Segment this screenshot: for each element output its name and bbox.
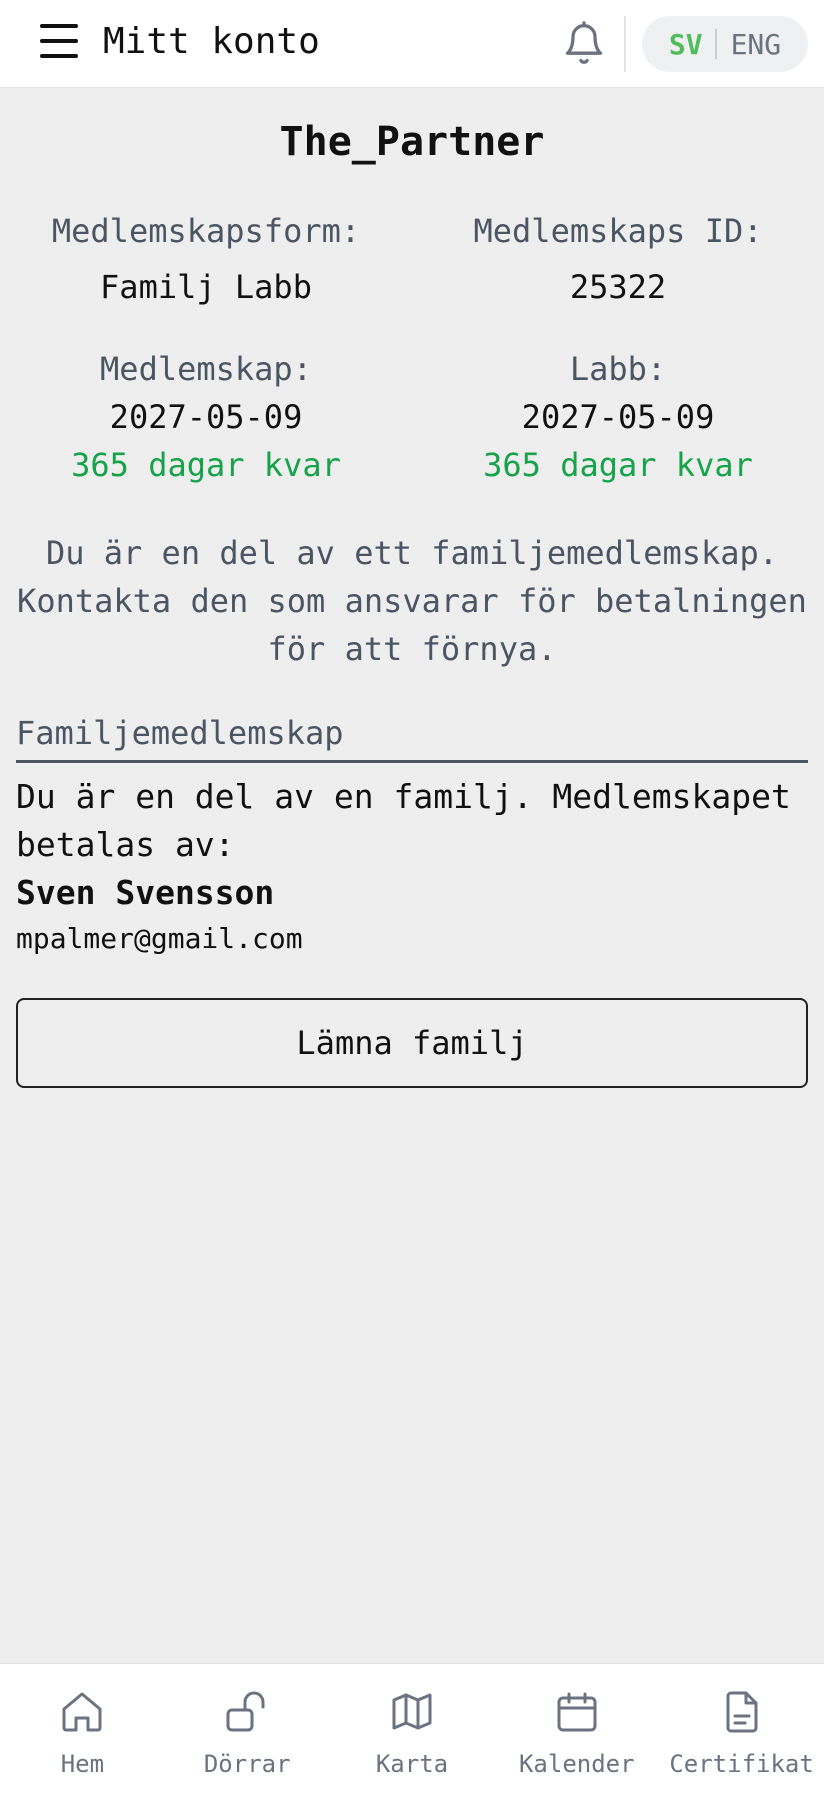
family-notice: Du är en del av ett familjemedlemskap. K… — [0, 529, 824, 673]
bell-icon[interactable] — [562, 20, 606, 68]
family-description: Du är en del av en familj. Medlemskapet … — [16, 777, 791, 864]
document-icon — [726, 1691, 758, 1733]
lab-label: Labb: — [569, 350, 667, 388]
leave-family-button[interactable]: Lämna familj — [16, 998, 808, 1088]
header-divider — [624, 16, 626, 72]
home-icon — [62, 1692, 102, 1732]
nav-item-certificates[interactable]: Certifikat — [659, 1664, 824, 1800]
calendar-icon — [557, 1692, 597, 1732]
family-section-title: Familjemedlemskap — [16, 711, 808, 763]
account-name: The_Partner — [279, 119, 545, 165]
nav-label-map: Karta — [375, 1750, 449, 1778]
membership-type-block: Medlemskapsform: Familj Labb — [0, 209, 412, 309]
lab-date: 2027-05-09 — [521, 398, 715, 436]
membership-id-value: 25322 — [569, 268, 667, 306]
payer-name: Sven Svensson — [16, 873, 275, 912]
nav-label-home: Hem — [60, 1750, 105, 1778]
hamburger-icon[interactable] — [40, 22, 80, 62]
page-title: Mitt konto — [103, 21, 320, 62]
nav-label-calendar: Kalender — [518, 1750, 635, 1778]
unlock-icon — [226, 1691, 265, 1732]
membership-expiry-block: Medlemskap: 2027-05-09 365 dagar kvar — [0, 347, 412, 487]
app-header: Mitt konto SV ENG — [0, 0, 824, 88]
payer-email: mpalmer@gmail.com — [16, 922, 303, 955]
membership-label: Medlemskap: — [100, 350, 312, 388]
nav-item-home[interactable]: Hem — [0, 1664, 165, 1800]
nav-item-doors[interactable]: Dörrar — [165, 1664, 330, 1800]
lab-remaining: 365 dagar kvar — [483, 446, 753, 484]
membership-type-value: Familj Labb — [100, 268, 312, 306]
membership-id-label: Medlemskaps ID: — [473, 212, 763, 250]
lab-expiry-block: Labb: 2027-05-09 365 dagar kvar — [412, 347, 824, 487]
lang-sv-button[interactable]: SV — [661, 28, 715, 61]
nav-label-certificates: Certifikat — [669, 1750, 814, 1778]
nav-item-calendar[interactable]: Kalender — [494, 1664, 659, 1800]
membership-type-label: Medlemskapsform: — [51, 212, 361, 250]
notice-line-3: för att förnya. — [267, 630, 557, 668]
bottom-navigation: Hem Dörrar Karta Kalender Certifikat — [0, 1663, 824, 1800]
notice-line-2: Kontakta den som ansvarar för betalninge… — [17, 582, 807, 620]
lang-eng-button[interactable]: ENG — [717, 28, 790, 61]
nav-item-map[interactable]: Karta — [330, 1664, 495, 1800]
membership-id-block: Medlemskaps ID: 25322 — [412, 209, 824, 309]
map-icon — [392, 1693, 432, 1730]
notice-line-1: Du är en del av ett familjemedlemskap. — [45, 534, 779, 572]
nav-label-doors: Dörrar — [203, 1750, 291, 1778]
membership-remaining: 365 dagar kvar — [71, 446, 341, 484]
language-toggle: SV ENG — [642, 16, 808, 72]
membership-date: 2027-05-09 — [109, 398, 303, 436]
